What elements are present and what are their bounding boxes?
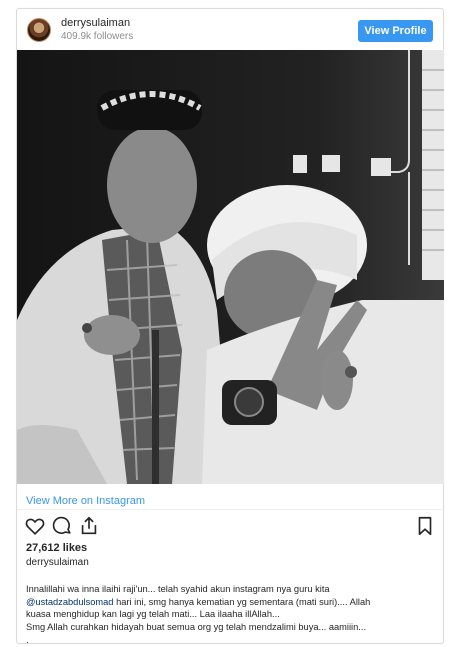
caption-line-2: @ustadzabdulsomad hari ini, smg hanya ke… <box>26 596 436 609</box>
caption-line-5: . <box>26 635 29 646</box>
view-profile-button[interactable]: View Profile <box>358 20 433 42</box>
username[interactable]: derrysulaiman <box>61 17 130 29</box>
mention-link[interactable]: @ustadzabdulsomad <box>26 597 113 607</box>
comment-bubble-icon[interactable] <box>51 515 73 537</box>
follower-count: 409.9k followers <box>61 31 134 42</box>
caption-line-1: Innalillahi wa inna ilaihi raji'un... te… <box>26 584 330 594</box>
photo-illustration <box>17 50 444 484</box>
avatar[interactable] <box>27 18 51 42</box>
caption-line-4: Smg Allah curahkan hidayah buat semua or… <box>26 621 367 632</box>
view-more-link[interactable]: View More on Instagram <box>26 495 145 507</box>
like-count: 27,612 likes <box>26 542 88 554</box>
heart-outline-icon[interactable] <box>24 515 46 537</box>
caption-line-3: kuasa menghidup kan lagi yg telah mati..… <box>26 609 280 619</box>
share-icon[interactable] <box>78 515 100 537</box>
action-bar <box>24 515 438 539</box>
divider <box>17 509 443 510</box>
caption-username[interactable]: derrysulaiman <box>26 557 89 568</box>
bookmark-icon[interactable] <box>414 515 436 537</box>
post-caption: Innalillahi wa inna ilaihi raji'un... te… <box>26 583 436 633</box>
post-header: derrysulaiman 409.9k followers View Prof… <box>17 9 443 49</box>
instagram-embed-card: derrysulaiman 409.9k followers View Prof… <box>16 8 444 646</box>
post-photo[interactable] <box>17 50 444 484</box>
caption-line-2-text: hari ini, smg hanya kematian yg sementar… <box>113 596 371 607</box>
